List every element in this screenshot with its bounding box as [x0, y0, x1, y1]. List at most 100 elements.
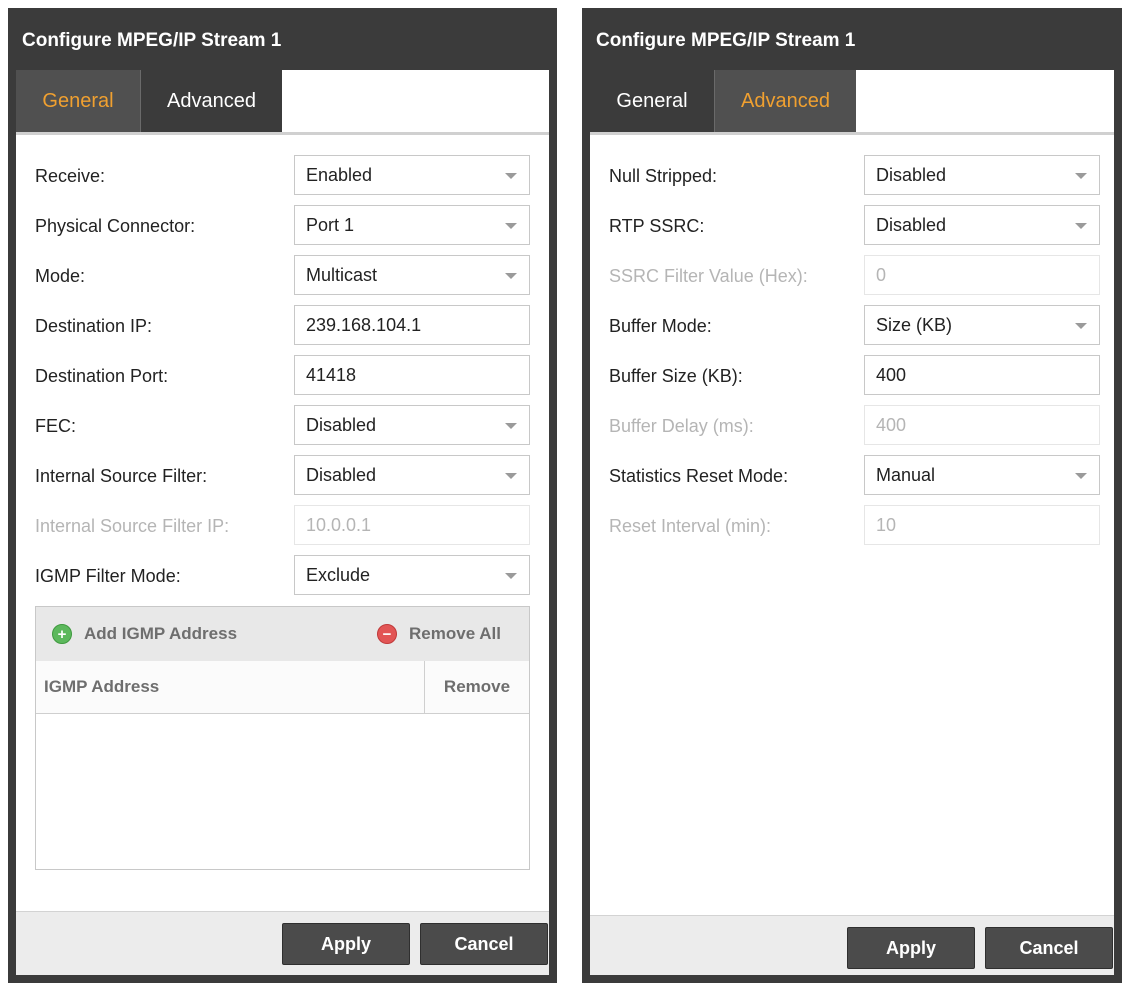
apply-button[interactable]: Apply — [847, 927, 975, 969]
select-value: Disabled — [876, 214, 947, 235]
input-value: 10.0.0.1 — [306, 514, 372, 535]
igmp-toolbar: + Add IGMP Address − Remove All — [36, 607, 529, 662]
form-row-statistics-reset-mode: Statistics Reset Mode: Manual — [590, 455, 1114, 497]
field-label: Buffer Mode: — [609, 315, 712, 336]
select-value: Disabled — [876, 164, 947, 185]
igmp-table-body — [36, 714, 529, 869]
select-value: Port 1 — [306, 214, 355, 235]
field-label: IGMP Filter Mode: — [35, 565, 181, 586]
remove-all-label: Remove All — [409, 624, 501, 643]
tab-bar: General Advanced — [16, 70, 549, 132]
add-igmp-address-button[interactable]: + Add IGMP Address — [52, 607, 237, 661]
buffer-size-input[interactable]: 400 — [864, 355, 1100, 395]
tab-general[interactable]: General — [16, 70, 140, 132]
form-row-ssrc-filter-value: SSRC Filter Value (Hex): 0 — [590, 255, 1114, 297]
form-row-internal-source-filter-ip: Internal Source Filter IP: 10.0.0.1 — [16, 505, 549, 547]
dialog-footer: Apply Cancel — [16, 911, 549, 975]
form-row-igmp-filter-mode: IGMP Filter Mode: Exclude — [16, 555, 549, 597]
chevron-down-icon — [1075, 173, 1087, 179]
chevron-down-icon — [1075, 223, 1087, 229]
chevron-down-icon — [1075, 323, 1087, 329]
field-label: Statistics Reset Mode: — [609, 465, 789, 486]
input-value: 41418 — [306, 364, 357, 385]
igmp-table-header: IGMP Address Remove — [36, 661, 529, 714]
remove-all-button[interactable]: − Remove All — [377, 607, 501, 661]
internal-source-filter-ip-input: 10.0.0.1 — [294, 505, 530, 545]
receive-select[interactable]: Enabled — [294, 155, 530, 195]
chevron-down-icon — [505, 423, 517, 429]
tab-advanced[interactable]: Advanced — [140, 70, 282, 132]
field-label: Destination Port: — [35, 365, 169, 386]
chevron-down-icon — [505, 573, 517, 579]
input-value: 239.168.104.1 — [306, 314, 422, 335]
buffer-delay-input: 400 — [864, 405, 1100, 445]
plus-circle-icon: + — [52, 624, 72, 644]
form-row-mode: Mode: Multicast — [16, 255, 549, 297]
add-igmp-address-label: Add IGMP Address — [84, 624, 238, 643]
advanced-form-panel: Null Stripped: Disabled RTP SSRC: Disabl… — [590, 132, 1114, 915]
fec-select[interactable]: Disabled — [294, 405, 530, 445]
null-stripped-select[interactable]: Disabled — [864, 155, 1100, 195]
select-value: Manual — [876, 464, 936, 485]
select-value: Disabled — [306, 464, 377, 485]
field-label: RTP SSRC: — [609, 215, 705, 236]
field-label: Internal Source Filter: — [35, 465, 208, 486]
input-value: 400 — [876, 364, 907, 385]
field-label: Internal Source Filter IP: — [35, 515, 230, 536]
chevron-down-icon — [505, 173, 517, 179]
apply-button[interactable]: Apply — [282, 923, 410, 965]
form-row-physical-connector: Physical Connector: Port 1 — [16, 205, 549, 247]
form-row-buffer-size: Buffer Size (KB): 400 — [590, 355, 1114, 397]
chevron-down-icon — [505, 223, 517, 229]
mode-select[interactable]: Multicast — [294, 255, 530, 295]
column-header-remove: Remove — [443, 677, 511, 696]
field-label: Buffer Size (KB): — [609, 365, 743, 386]
dialog-title: Configure MPEG/IP Stream 1 — [22, 30, 282, 51]
chevron-down-icon — [505, 273, 517, 279]
select-value: Multicast — [306, 264, 378, 285]
destination-port-input[interactable]: 41418 — [294, 355, 530, 395]
dialog-footer: Apply Cancel — [590, 915, 1114, 975]
internal-source-filter-select[interactable]: Disabled — [294, 455, 530, 495]
field-label: Reset Interval (min): — [609, 515, 772, 536]
ssrc-filter-value-input: 0 — [864, 255, 1100, 295]
field-label: Physical Connector: — [35, 215, 196, 236]
chevron-down-icon — [1075, 473, 1087, 479]
buffer-mode-select[interactable]: Size (KB) — [864, 305, 1100, 345]
field-label: Null Stripped: — [609, 165, 718, 186]
form-row-destination-ip: Destination IP: 239.168.104.1 — [16, 305, 549, 347]
configure-stream-dialog-advanced: Configure MPEG/IP Stream 1 General Advan… — [582, 8, 1122, 983]
input-value: 400 — [876, 414, 907, 435]
reset-interval-input: 10 — [864, 505, 1100, 545]
field-label: FEC: — [35, 415, 77, 436]
form-row-reset-interval: Reset Interval (min): 10 — [590, 505, 1114, 547]
input-value: 0 — [876, 264, 887, 285]
select-value: Size (KB) — [876, 314, 953, 335]
form-row-rtp-ssrc: RTP SSRC: Disabled — [590, 205, 1114, 247]
field-label: Mode: — [35, 265, 86, 286]
select-value: Enabled — [306, 164, 373, 185]
tab-advanced[interactable]: Advanced — [714, 70, 856, 132]
configure-stream-dialog-general: Configure MPEG/IP Stream 1 General Advan… — [8, 8, 557, 983]
cancel-button[interactable]: Cancel — [420, 923, 548, 965]
statistics-reset-mode-select[interactable]: Manual — [864, 455, 1100, 495]
igmp-filter-mode-select[interactable]: Exclude — [294, 555, 530, 595]
select-value: Disabled — [306, 414, 377, 435]
form-row-buffer-mode: Buffer Mode: Size (KB) — [590, 305, 1114, 347]
chevron-down-icon — [505, 473, 517, 479]
field-label: Destination IP: — [35, 315, 153, 336]
physical-connector-select[interactable]: Port 1 — [294, 205, 530, 245]
cancel-button[interactable]: Cancel — [985, 927, 1113, 969]
minus-circle-icon: − — [377, 624, 398, 644]
form-row-fec: FEC: Disabled — [16, 405, 549, 447]
tab-general[interactable]: General — [590, 70, 714, 132]
dialog-title: Configure MPEG/IP Stream 1 — [596, 30, 856, 51]
form-row-receive: Receive: Enabled — [16, 155, 549, 197]
general-form-panel: Receive: Enabled Physical Connector: Por… — [16, 132, 549, 911]
select-value: Exclude — [306, 564, 371, 585]
rtp-ssrc-select[interactable]: Disabled — [864, 205, 1100, 245]
form-row-internal-source-filter: Internal Source Filter: Disabled — [16, 455, 549, 497]
destination-ip-input[interactable]: 239.168.104.1 — [294, 305, 530, 345]
input-value: 10 — [876, 514, 897, 535]
form-row-buffer-delay: Buffer Delay (ms): 400 — [590, 405, 1114, 447]
